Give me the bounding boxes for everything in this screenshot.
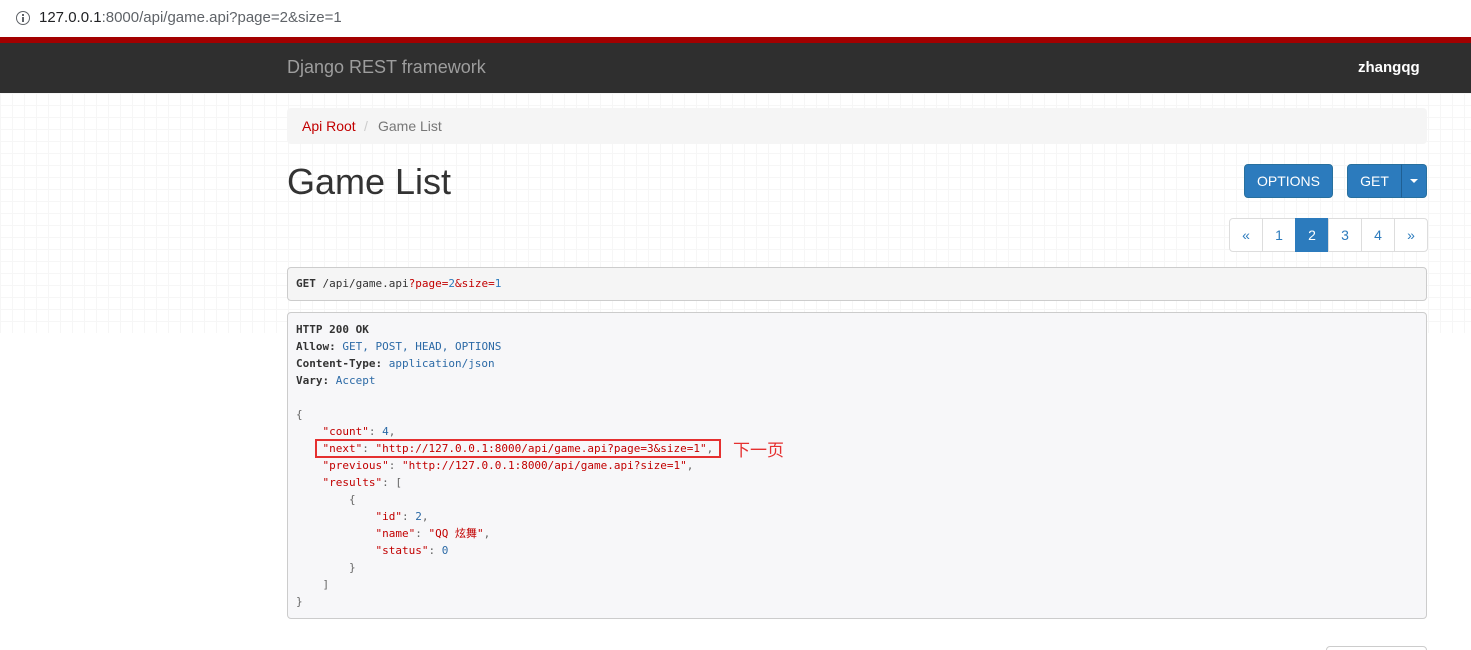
breadcrumb: Api Root / Game List xyxy=(287,108,1427,144)
page-title: Game List xyxy=(287,161,452,202)
pagination-next[interactable]: » xyxy=(1394,218,1428,252)
get-button[interactable]: GET xyxy=(1347,164,1402,198)
response-header-allow: Allow: GET, POST, HEAD, OPTIONS xyxy=(296,340,502,353)
request-info: GET /api/game.api?page=2&size=1 xyxy=(287,267,1427,301)
url-text[interactable]: 127.0.0.1:8000/api/game.api?page=2&size=… xyxy=(39,9,342,26)
response-info: HTTP 200 OK Allow: GET, POST, HEAD, OPTI… xyxy=(287,312,1427,619)
pagination-page-4[interactable]: 4 xyxy=(1361,218,1395,252)
navbar-user[interactable]: zhangqg xyxy=(1358,59,1420,76)
json-results-close: ] xyxy=(296,578,330,591)
breadcrumb-api-root[interactable]: Api Root xyxy=(302,118,356,134)
navbar-brand[interactable]: Django REST framework xyxy=(287,57,486,78)
pagination: « 1 2 3 4 » xyxy=(1229,218,1428,252)
pagination-page-2[interactable]: 2 xyxy=(1295,218,1329,252)
json-previous: "previous": "http://127.0.0.1:8000/api/g… xyxy=(322,459,694,472)
bottom-button-partial[interactable] xyxy=(1326,646,1427,650)
request-method: GET xyxy=(296,277,316,290)
options-button[interactable]: OPTIONS xyxy=(1244,164,1333,198)
json-status: "status": 0 xyxy=(375,544,449,557)
json-open-brace: { xyxy=(296,408,303,421)
browser-address-bar[interactable]: 127.0.0.1:8000/api/game.api?page=2&size=… xyxy=(0,0,1471,37)
breadcrumb-current: Game List xyxy=(378,118,442,134)
response-header-vary: Vary: Accept xyxy=(296,374,376,387)
json-count: "count": 4, xyxy=(322,425,396,438)
url-host: 127.0.0.1 xyxy=(39,9,102,26)
json-results: "results": [ xyxy=(322,476,402,489)
json-close-brace: } xyxy=(296,595,303,608)
url-path: :8000/api/game.api?page=2&size=1 xyxy=(101,9,342,26)
caret-down-icon xyxy=(1410,179,1418,183)
next-link-highlight-box xyxy=(315,439,721,458)
navbar: Django REST framework zhangqg xyxy=(0,43,1471,93)
response-status: HTTP 200 OK xyxy=(296,323,369,336)
json-name: "name": "QQ 炫舞", xyxy=(375,527,491,540)
request-path: /api/game.api?page=2&size=1 xyxy=(322,277,502,290)
get-format-dropdown-button[interactable] xyxy=(1401,164,1427,198)
next-page-annotation: 下一页 xyxy=(733,441,784,461)
pagination-page-3[interactable]: 3 xyxy=(1328,218,1362,252)
pagination-prev[interactable]: « xyxy=(1229,218,1263,252)
json-result-open: { xyxy=(296,493,356,506)
json-result-close: } xyxy=(296,561,356,574)
json-id: "id": 2, xyxy=(375,510,429,523)
pagination-page-1[interactable]: 1 xyxy=(1262,218,1296,252)
breadcrumb-separator: / xyxy=(364,118,368,134)
response-header-content-type: Content-Type: application/json xyxy=(296,357,495,370)
site-info-icon[interactable] xyxy=(16,11,30,25)
